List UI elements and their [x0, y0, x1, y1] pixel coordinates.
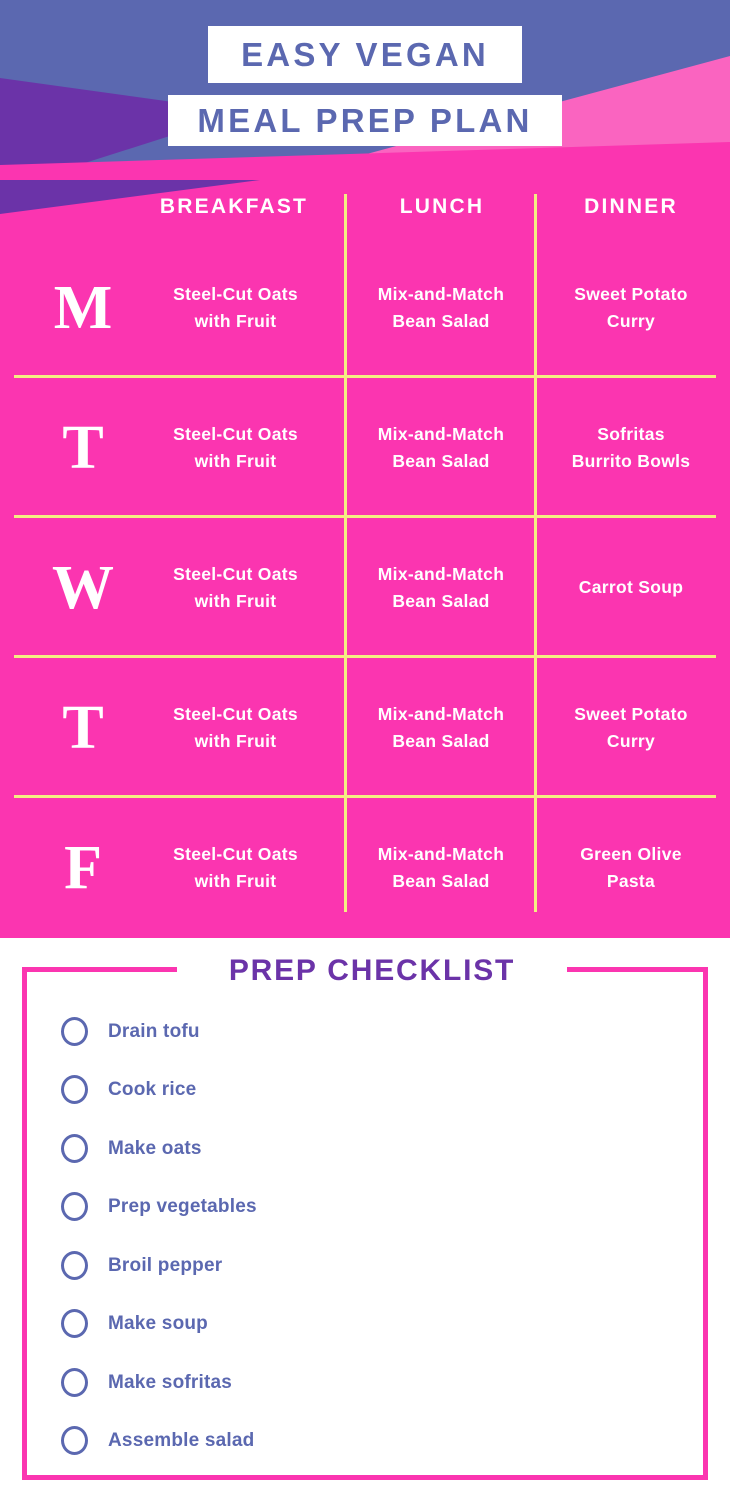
table-row: T Steel-Cut Oats with Fruit Mix-and-Match…	[0, 378, 730, 518]
checklist-item-label: Make soup	[108, 1313, 208, 1335]
meal-cell-breakfast: Steel-Cut Oats with Fruit	[173, 563, 298, 611]
meal-plan-table: BREAKFAST LUNCH DINNER M Steel-Cut Oats w…	[0, 180, 730, 938]
table-row: W Steel-Cut Oats with Fruit Mix-and-Match…	[0, 518, 730, 658]
list-item[interactable]: Cook rice	[61, 1061, 661, 1120]
checkbox-icon[interactable]	[61, 1309, 88, 1339]
checklist-item-label: Broil pepper	[108, 1254, 223, 1276]
checkbox-icon[interactable]	[61, 1250, 88, 1280]
checkbox-icon[interactable]	[61, 1367, 88, 1397]
checklist-items: Drain tofu Cook rice Make oats Prep vege…	[61, 1002, 661, 1470]
day-initial: M	[53, 274, 113, 342]
checklist-item-label: Drain tofu	[108, 1020, 200, 1042]
table-row: F Steel-Cut Oats with Fruit Mix-and-Match…	[0, 798, 730, 938]
meal-cell-dinner: Sweet Potato Curry	[574, 283, 688, 331]
column-header-dinner: DINNER	[584, 195, 678, 218]
header-banner: EASY VEGAN MEAL PREP PLAN	[0, 0, 730, 190]
list-item[interactable]: Drain tofu	[61, 1002, 661, 1061]
checklist-item-label: Cook rice	[108, 1079, 197, 1101]
page-title-line-1: EASY VEGAN	[241, 36, 489, 73]
meal-cell-breakfast: Steel-Cut Oats with Fruit	[173, 703, 298, 751]
checklist-item-label: Make oats	[108, 1137, 202, 1159]
infographic-page: EASY VEGAN MEAL PREP PLAN BREAKFAST LUNC…	[0, 0, 730, 1507]
column-header-breakfast: BREAKFAST	[159, 195, 309, 218]
table-column-headers: BREAKFAST LUNCH DINNER	[0, 192, 730, 238]
title-box-secondary: MEAL PREP PLAN	[168, 95, 562, 146]
checklist-item-label: Assemble salad	[108, 1430, 255, 1452]
meal-cell-breakfast: Steel-Cut Oats with Fruit	[173, 843, 298, 891]
checklist-item-label: Make sofritas	[108, 1371, 233, 1393]
prep-checklist-panel: PREP CHECKLIST Drain tofu Cook rice Make…	[22, 948, 708, 1480]
meal-cell-breakfast: Steel-Cut Oats with Fruit	[173, 283, 298, 331]
checkbox-icon[interactable]	[61, 1075, 88, 1105]
list-item[interactable]: Broil pepper	[61, 1236, 661, 1295]
checklist-title-container: PREP CHECKLIST	[177, 948, 567, 994]
meal-cell-lunch: Mix-and-Match Bean Salad	[377, 563, 505, 611]
list-item[interactable]: Make sofritas	[61, 1353, 661, 1412]
day-initial: F	[64, 834, 102, 902]
checklist-title: PREP CHECKLIST	[228, 954, 516, 987]
meal-cell-lunch: Mix-and-Match Bean Salad	[377, 423, 505, 471]
list-item[interactable]: Prep vegetables	[61, 1178, 661, 1237]
meal-cell-dinner: Sweet Potato Curry	[574, 703, 688, 751]
table-rows: M Steel-Cut Oats with Fruit Mix-and-Match…	[0, 238, 730, 938]
meal-cell-breakfast: Steel-Cut Oats with Fruit	[173, 423, 298, 471]
checklist-item-label: Prep vegetables	[108, 1196, 257, 1218]
day-initial: T	[62, 694, 104, 762]
meal-cell-dinner: Green Olive Pasta	[580, 843, 682, 891]
table-row: T Steel-Cut Oats with Fruit Mix-and-Match…	[0, 658, 730, 798]
list-item[interactable]: Assemble salad	[61, 1412, 661, 1471]
checkbox-icon[interactable]	[61, 1133, 88, 1163]
page-title-line-2: MEAL PREP PLAN	[197, 102, 533, 139]
checkbox-icon[interactable]	[61, 1192, 88, 1222]
list-item[interactable]: Make oats	[61, 1119, 661, 1178]
list-item[interactable]: Make soup	[61, 1295, 661, 1354]
meal-cell-lunch: Mix-and-Match Bean Salad	[377, 703, 505, 751]
meal-cell-dinner: Sofritas Burrito Bowls	[571, 423, 691, 471]
meal-cell-lunch: Mix-and-Match Bean Salad	[377, 283, 505, 331]
day-initial: W	[52, 554, 114, 622]
meal-cell-lunch: Mix-and-Match Bean Salad	[377, 843, 505, 891]
checkbox-icon[interactable]	[61, 1016, 88, 1046]
checkbox-icon[interactable]	[61, 1426, 88, 1456]
day-initial: T	[62, 414, 104, 482]
column-header-lunch: LUNCH	[399, 195, 485, 218]
meal-cell-dinner: Carrot Soup	[578, 577, 684, 598]
table-row: M Steel-Cut Oats with Fruit Mix-and-Match…	[0, 238, 730, 378]
title-box-primary: EASY VEGAN	[208, 26, 522, 83]
